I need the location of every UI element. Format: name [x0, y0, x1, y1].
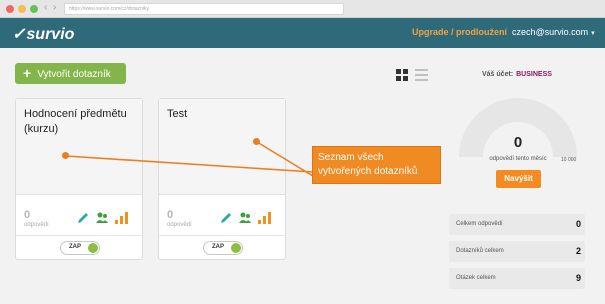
account-label: Váš účet: [482, 71, 514, 78]
plan-name: BUSINESS [516, 71, 552, 78]
callout-marker [62, 152, 69, 159]
stat-total-responses: Celkem odpovědí 0 [449, 214, 585, 235]
callout-line-1: Seznam všech [318, 152, 384, 163]
stat-name: Otázek celkem [456, 275, 496, 281]
stat-value: 2 [575, 246, 581, 256]
gauge-max: 10 000 [561, 157, 577, 163]
stat-total-surveys: Dotazníků celkem 2 [449, 241, 585, 262]
annotation-callout: Seznam všech vytvořených dotazníků [312, 146, 441, 184]
stat-value: 0 [575, 219, 581, 229]
gauge-label: odpovědí tento měsíc [489, 156, 547, 162]
callout-line-2: vytvořených dotazníků [318, 166, 418, 177]
stat-value: 9 [575, 273, 581, 283]
gauge-value: 0 [513, 134, 523, 151]
stat-name: Celkem odpovědí [456, 221, 503, 227]
stat-total-questions: Otázek celkem 9 [449, 268, 585, 289]
increase-limit-button[interactable]: Navýšit [496, 170, 541, 188]
account-plan: Váš účet: BUSINESS [482, 71, 552, 78]
callout-marker [253, 138, 260, 145]
stat-name: Dotazníků celkem [456, 248, 504, 254]
